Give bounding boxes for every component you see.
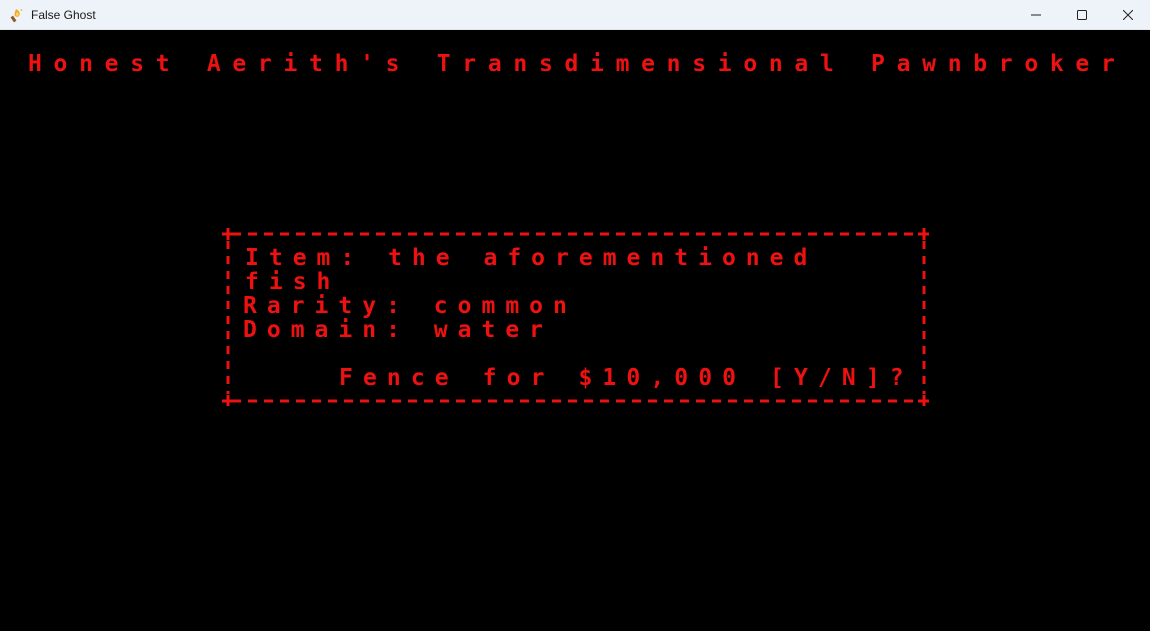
title-bar[interactable]: False Ghost <box>0 0 1150 30</box>
window-title: False Ghost <box>31 8 96 22</box>
minimize-icon <box>1031 10 1041 20</box>
item-name-line-continued: fish <box>245 269 341 295</box>
torch-icon <box>9 7 25 23</box>
close-icon <box>1123 9 1133 20</box>
fence-prompt[interactable]: Fence for $10,000 [Y/N]? <box>339 366 914 390</box>
game-screen[interactable]: Honest Aerith's Transdimensional Pawnbro… <box>0 30 1150 631</box>
maximize-button[interactable] <box>1059 0 1105 29</box>
close-button[interactable] <box>1105 0 1150 29</box>
game-window: False Ghost Honest Aerith's Transdimensi… <box>0 0 1150 631</box>
item-domain-line: Domain: water <box>243 317 554 343</box>
minimize-button[interactable] <box>1013 0 1059 29</box>
item-name-line: Item: the aforementioned <box>245 245 818 271</box>
shop-title: Honest Aerith's Transdimensional Pawnbro… <box>28 51 1127 77</box>
item-rarity-line: Rarity: common <box>243 293 577 319</box>
maximize-icon <box>1077 9 1087 20</box>
